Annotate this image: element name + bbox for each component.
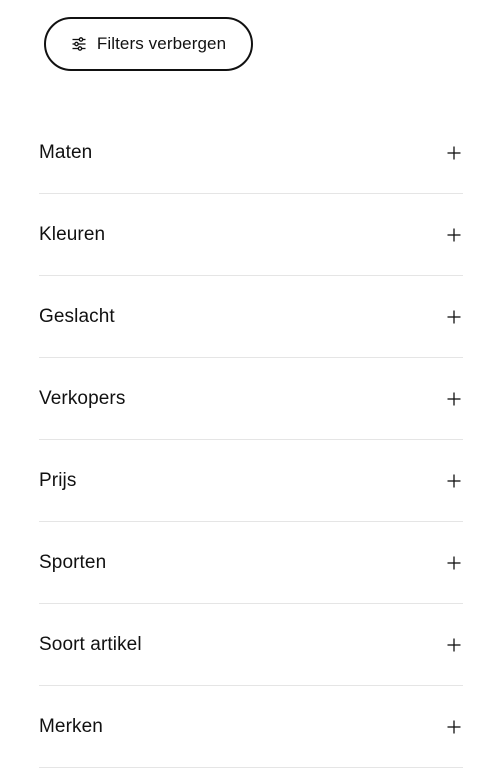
filter-section-label: Soort artikel (39, 633, 142, 655)
hide-filters-label: Filters verbergen (96, 34, 227, 53)
plus-icon (447, 638, 461, 652)
filter-section-label: Verkopers (39, 387, 126, 409)
filter-section-label: Merken (39, 715, 103, 737)
filter-section-soort-artikel[interactable]: Soort artikel (39, 604, 463, 686)
plus-icon (447, 556, 461, 570)
filter-section-kleuren[interactable]: Kleuren (39, 194, 463, 276)
hide-filters-button[interactable]: Filters verbergen (44, 17, 253, 71)
plus-icon (447, 474, 461, 488)
filter-section-label: Maten (39, 141, 93, 163)
filter-section-label: Geslacht (39, 305, 115, 327)
filter-section-sporten[interactable]: Sporten (39, 522, 463, 604)
filter-section-verkopers[interactable]: Verkopers (39, 358, 463, 440)
plus-icon (447, 310, 461, 324)
filter-section-geslacht[interactable]: Geslacht (39, 276, 463, 358)
plus-icon (447, 146, 461, 160)
filter-section-merken[interactable]: Merken (39, 686, 463, 768)
filter-section-label: Prijs (39, 469, 77, 491)
filter-accordion: Maten Kleuren Geslacht Verkopers Prijs S… (39, 112, 463, 768)
plus-icon (447, 228, 461, 242)
plus-icon (447, 392, 461, 406)
plus-icon (447, 720, 461, 734)
filter-section-prijs[interactable]: Prijs (39, 440, 463, 522)
sliders-icon (71, 36, 87, 52)
filter-section-label: Sporten (39, 551, 107, 573)
filter-section-label: Kleuren (39, 223, 106, 245)
filter-section-maten[interactable]: Maten (39, 112, 463, 194)
